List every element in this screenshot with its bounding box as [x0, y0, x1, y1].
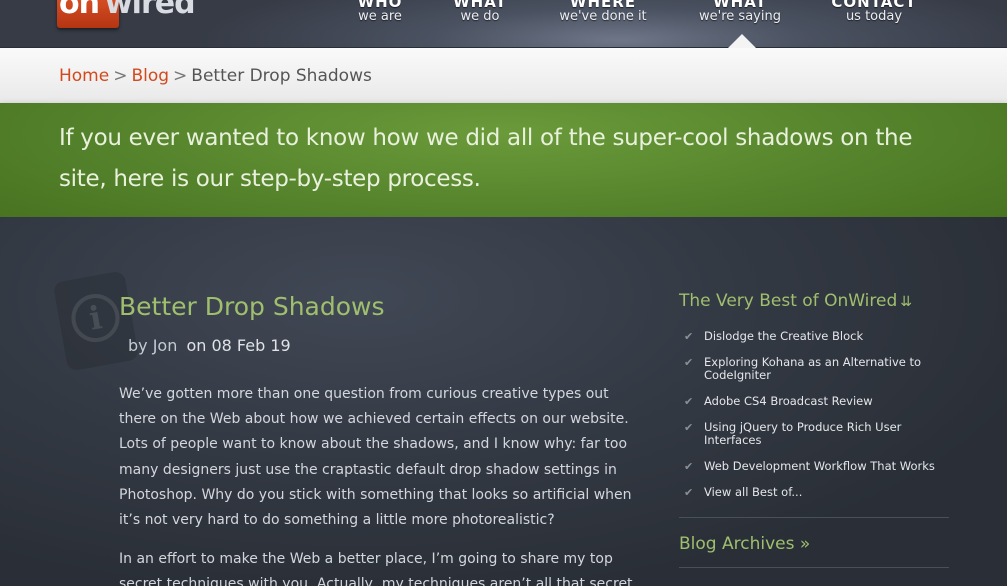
- nav-what-we-do[interactable]: WHAT we do: [450, 0, 510, 24]
- sidebar-title-text: The Very Best of OnWired: [679, 291, 898, 311]
- info-icon: i: [67, 290, 124, 346]
- list-item[interactable]: ✔ Web Development Workflow That Works: [684, 459, 949, 474]
- check-icon: ✔: [684, 460, 694, 473]
- nav-item-sub: we're saying: [699, 9, 781, 24]
- list-item[interactable]: ✔ Dislodge the Creative Block: [684, 329, 949, 344]
- sidebar-divider: [679, 517, 949, 518]
- logo-mark-text: on: [59, 0, 100, 21]
- post-body: We’ve gotten more than one question from…: [119, 382, 644, 586]
- nav-item-sub: we are: [358, 9, 402, 24]
- post-author: by Jon: [128, 336, 178, 355]
- nav-item-main: WHAT: [453, 0, 507, 11]
- list-item-label: Web Development Workflow That Works: [704, 459, 935, 473]
- check-icon: ✔: [684, 421, 694, 434]
- top-navigation-bar: on wired WHO we are WHAT we do WHERE we'v…: [0, 0, 1007, 48]
- nav-item-sub: we've done it: [559, 9, 647, 24]
- list-item[interactable]: ✔ Adobe CS4 Broadcast Review: [684, 394, 949, 409]
- chevron-down-icon: ⇊: [900, 294, 912, 310]
- blog-archives-text: Blog Archives: [679, 534, 795, 554]
- post-paragraph: In an effort to make the Web a better pl…: [119, 551, 633, 586]
- nav-who-we-are[interactable]: WHO we are: [355, 0, 405, 24]
- breadcrumb-current: Better Drop Shadows: [191, 66, 372, 86]
- list-item-label: Using jQuery to Produce Rich User Interf…: [704, 420, 902, 447]
- sidebar-divider: [679, 567, 949, 568]
- nav-where-weve-done-it[interactable]: WHERE we've done it: [555, 0, 651, 24]
- breadcrumb-separator: >: [173, 66, 188, 86]
- double-chevron-right-icon: »: [799, 534, 811, 554]
- list-item-label: Adobe CS4 Broadcast Review: [704, 394, 873, 408]
- sidebar-title[interactable]: The Very Best of OnWired ⇊: [679, 290, 912, 313]
- check-icon: ✔: [684, 330, 694, 343]
- breadcrumb-home-link[interactable]: Home: [59, 66, 109, 86]
- list-item[interactable]: ✔ View all Best of...: [684, 485, 949, 500]
- list-item-label: View all Best of...: [704, 485, 803, 499]
- nav-item-main: CONTACT: [831, 0, 917, 11]
- breadcrumb: Home > Blog > Better Drop Shadows: [59, 66, 372, 86]
- list-item-label: Exploring Kohana as an Alternative to Co…: [704, 355, 922, 382]
- nav-item-main: WHERE: [569, 0, 637, 11]
- nav-what-were-saying[interactable]: WHAT we're saying: [694, 0, 786, 24]
- breadcrumb-blog-link[interactable]: Blog: [131, 66, 169, 86]
- list-item[interactable]: ✔ Exploring Kohana as an Alternative to C…: [684, 356, 949, 382]
- post-paragraph: We’ve gotten more than one question from…: [119, 386, 632, 529]
- list-item-label: Dislodge the Creative Block: [704, 329, 864, 343]
- nav-item-sub: us today: [845, 9, 903, 24]
- best-of-list: ✔ Dislodge the Creative Block ✔ Exploring …: [684, 330, 949, 512]
- nav-item-main: WHAT: [713, 0, 767, 11]
- check-icon: ✔: [684, 356, 694, 369]
- logo-rest-text: wired: [104, 0, 196, 21]
- check-icon: ✔: [684, 395, 694, 408]
- post-meta: by Jon on 08 Feb 19: [128, 336, 291, 356]
- blog-archives-heading[interactable]: Blog Archives »: [679, 533, 810, 555]
- nav-contact-us-today[interactable]: CONTACT us today: [828, 0, 920, 24]
- nav-item-main: WHO: [357, 0, 403, 11]
- active-nav-pointer: [728, 34, 756, 48]
- check-icon: ✔: [684, 486, 694, 499]
- logo-text: on wired: [59, 0, 196, 21]
- post-date: on 08 Feb 19: [186, 336, 291, 355]
- site-logo[interactable]: on wired: [57, 0, 237, 28]
- intro-text: If you ever wanted to know how we did al…: [59, 125, 913, 192]
- nav-item-sub: we do: [460, 9, 500, 24]
- breadcrumb-separator: >: [113, 66, 128, 86]
- list-item[interactable]: ✔ Using jQuery to Produce Rich User Inter…: [684, 421, 949, 447]
- post-title[interactable]: Better Drop Shadows: [119, 291, 385, 323]
